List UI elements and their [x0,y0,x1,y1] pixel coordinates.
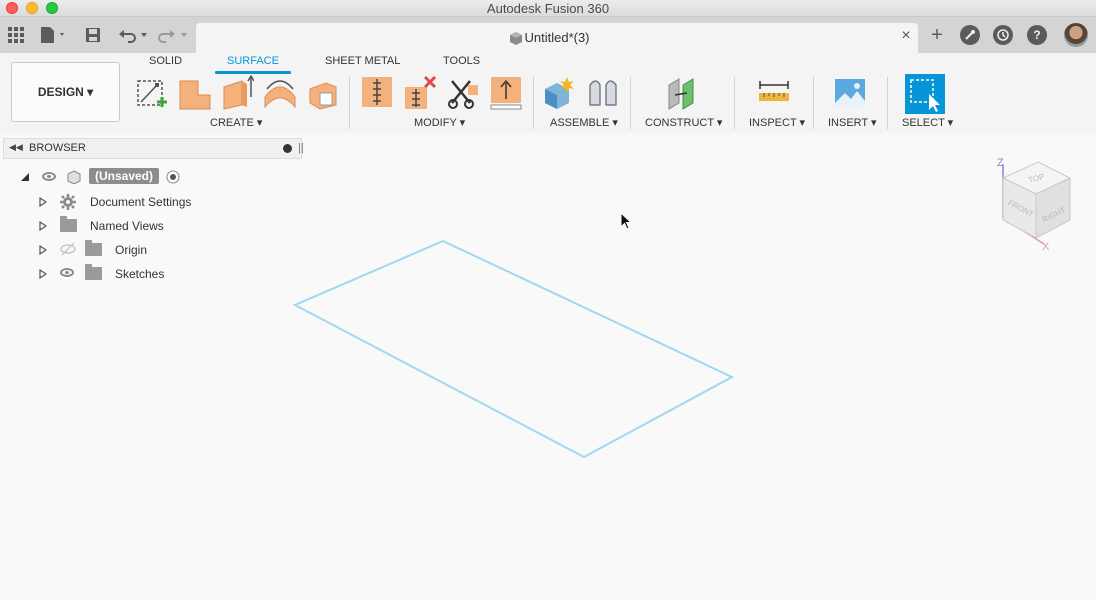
document-tab[interactable]: Untitled*(3) × [196,23,918,53]
separator [734,77,735,129]
sweep-icon[interactable] [263,75,297,111]
app-grid-icon[interactable] [7,26,25,44]
construct-group-label[interactable]: CONSTRUCT ▾ [645,116,722,129]
browser-title: BROWSER [29,142,86,154]
collapse-browser-icon[interactable]: ◀◀ [9,142,23,153]
separator [887,77,888,129]
new-component-icon[interactable] [543,75,577,111]
extensions-icon[interactable] [960,25,980,45]
z-axis-label: Z [997,157,1004,169]
trim-icon[interactable] [446,75,480,111]
user-avatar[interactable] [1064,23,1088,47]
delete-face-icon[interactable] [403,75,437,111]
sketch-rectangle[interactable] [292,239,735,459]
window-title: Autodesk Fusion 360 [486,1,610,16]
x-axis-label: X [1042,241,1050,252]
extrude-icon[interactable] [178,75,212,111]
tab-solid[interactable]: SOLID [149,55,182,73]
document-title: Untitled*(3) [524,30,590,45]
select-icon[interactable] [905,74,945,114]
resize-grip-icon[interactable]: || [298,142,304,154]
patch-icon[interactable] [306,75,340,111]
separator [813,77,814,129]
undo-icon[interactable] [118,26,150,44]
view-cube[interactable]: Z X TOP FRONT RIGHT [990,152,1080,252]
toolbar-ribbon: DESIGN ▾ SOLID SURFACE SHEET METAL TOOLS… [0,53,1096,133]
insert-image-icon[interactable] [833,75,867,111]
job-status-icon[interactable] [993,25,1013,45]
new-tab-button[interactable]: + [928,24,946,46]
create-sketch-icon[interactable] [135,75,169,111]
application-bar: Untitled*(3) × + ? [0,17,1096,53]
offset-plane-icon[interactable] [665,75,699,111]
assemble-group-label[interactable]: ASSEMBLE ▾ [550,116,618,129]
tab-sheet-metal[interactable]: SHEET METAL [325,55,400,73]
inspect-group-label[interactable]: INSPECT ▾ [749,116,805,129]
joint-icon[interactable] [586,75,620,111]
workspace-switcher[interactable]: DESIGN ▾ [11,62,120,122]
revolve-icon[interactable] [220,75,254,111]
separator [349,77,350,129]
mouse-cursor-icon [620,212,632,230]
help-icon[interactable]: ? [1027,25,1047,45]
separator [630,77,631,129]
create-group-label[interactable]: CREATE ▾ [210,116,262,129]
separator [533,77,534,129]
file-menu-icon[interactable] [40,26,68,44]
active-tab-indicator [215,71,291,74]
redo-icon[interactable] [158,26,190,44]
select-group-label[interactable]: SELECT ▾ [902,116,953,129]
design-canvas[interactable] [0,160,1096,600]
save-icon[interactable] [84,26,102,44]
close-tab-button[interactable]: × [898,28,914,44]
modify-group-label[interactable]: MODIFY ▾ [414,116,465,129]
measure-icon[interactable] [757,75,791,111]
browser-panel-header: ◀◀ BROWSER || [3,138,304,159]
offset-face-icon[interactable] [489,75,523,111]
tab-tools[interactable]: TOOLS [443,55,480,73]
insert-group-label[interactable]: INSERT ▾ [828,116,877,129]
title-bar: Autodesk Fusion 360 [0,0,1096,17]
pin-icon[interactable] [283,144,292,153]
press-pull-icon[interactable] [360,75,394,111]
